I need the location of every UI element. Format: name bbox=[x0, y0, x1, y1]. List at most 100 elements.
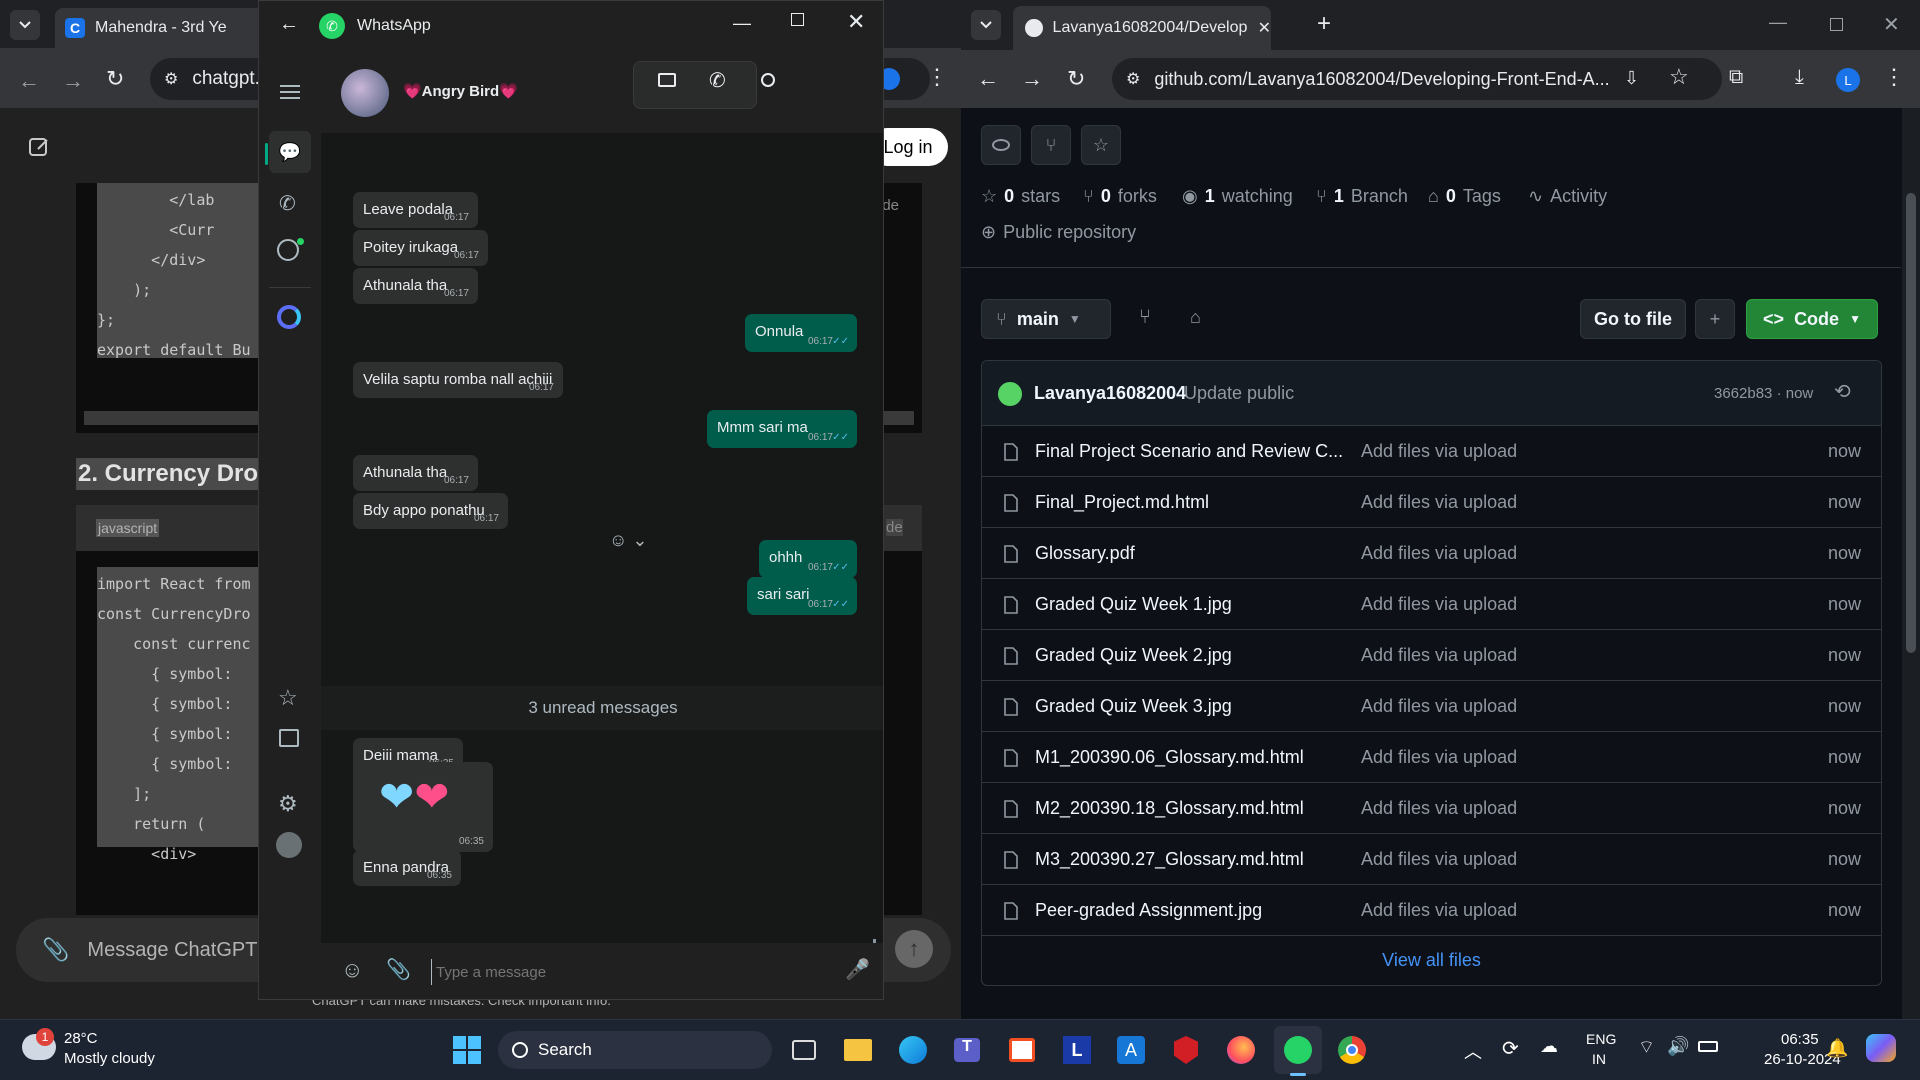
send-button[interactable]: ↑ bbox=[895, 930, 933, 968]
teams-icon[interactable]: T bbox=[947, 1030, 987, 1070]
forward-icon[interactable]: → bbox=[62, 68, 84, 94]
tray-overflow-icon[interactable]: ︿ bbox=[1464, 1038, 1482, 1064]
tags-icon[interactable]: ⌂ bbox=[1190, 307, 1201, 328]
file-commit-message[interactable]: Add files via upload bbox=[1361, 900, 1517, 921]
vpn-icon[interactable]: ☁ bbox=[1540, 1036, 1558, 1057]
calls-icon[interactable]: ✆ bbox=[279, 191, 296, 216]
file-commit-message[interactable]: Add files via upload bbox=[1361, 849, 1517, 870]
sync-icon[interactable]: ⟳ bbox=[1502, 1036, 1519, 1061]
incoming-message[interactable]: Leave podala 06:17 bbox=[353, 192, 478, 228]
tab-search-button[interactable] bbox=[10, 10, 40, 40]
settings-icon[interactable]: ⚙ bbox=[278, 791, 298, 817]
battery-icon[interactable] bbox=[1698, 1041, 1718, 1052]
file-commit-message[interactable]: Add files via upload bbox=[1361, 441, 1517, 462]
view-all-files-link[interactable]: View all files bbox=[1382, 950, 1481, 971]
search-icon[interactable] bbox=[761, 73, 775, 87]
file-commit-message[interactable]: Add files via upload bbox=[1361, 492, 1517, 513]
file-name-link[interactable]: M3_200390.27_Glossary.md.html bbox=[1035, 849, 1304, 870]
contact-avatar[interactable] bbox=[341, 69, 389, 117]
whatsapp-taskbar-icon[interactable] bbox=[1278, 1030, 1318, 1070]
file-commit-message[interactable]: Add files via upload bbox=[1361, 543, 1517, 564]
incoming-message[interactable]: Athunala tha 06:17 bbox=[353, 268, 478, 304]
file-commit-message[interactable]: Add files via upload bbox=[1361, 696, 1517, 717]
incoming-message[interactable]: Bdy appo ponathu 06:17 bbox=[353, 493, 508, 529]
watch-button[interactable] bbox=[981, 125, 1021, 165]
microphone-icon[interactable]: 🎤 bbox=[845, 957, 870, 982]
install-icon[interactable]: ⇩ bbox=[1624, 68, 1639, 89]
clock-time[interactable]: 06:35 bbox=[1781, 1031, 1819, 1048]
outgoing-message[interactable]: Onnula 06:17 ✓✓ bbox=[745, 314, 857, 352]
file-commit-message[interactable]: Add files via upload bbox=[1361, 747, 1517, 768]
emoji-icon[interactable]: ☺ bbox=[341, 957, 363, 983]
video-call-icon[interactable] bbox=[658, 73, 676, 87]
star-button[interactable]: ☆ bbox=[1081, 125, 1121, 165]
file-explorer-icon[interactable] bbox=[838, 1030, 878, 1070]
emoji-react-button[interactable]: ☺ ⌄ bbox=[609, 530, 649, 556]
file-name-link[interactable]: Graded Quiz Week 2.jpg bbox=[1035, 645, 1232, 666]
file-name-link[interactable]: Graded Quiz Week 3.jpg bbox=[1035, 696, 1232, 717]
reload-icon[interactable]: ↻ bbox=[106, 66, 124, 92]
file-name-link[interactable]: Graded Quiz Week 1.jpg bbox=[1035, 594, 1232, 615]
profile-avatar[interactable] bbox=[276, 832, 302, 858]
maximize-icon[interactable] bbox=[1830, 18, 1843, 31]
starred-icon[interactable]: ☆ bbox=[278, 685, 298, 711]
new-chat-icon[interactable] bbox=[28, 135, 52, 159]
copy-code-label[interactable]: de bbox=[886, 519, 903, 536]
file-name-link[interactable]: Final_Project.md.html bbox=[1035, 492, 1209, 513]
incoming-message[interactable]: Athunala tha 06:17 bbox=[353, 455, 478, 491]
file-name-link[interactable]: M2_200390.18_Glossary.md.html bbox=[1035, 798, 1304, 819]
wifi-icon[interactable]: ⌔ bbox=[1638, 1036, 1655, 1059]
watching-stat[interactable]: ◉ 1 watching bbox=[1182, 186, 1293, 207]
mcafee-icon[interactable] bbox=[1166, 1030, 1206, 1070]
attach-icon[interactable]: 📎 bbox=[42, 937, 69, 963]
contact-name[interactable]: 💗Angry Bird💗 bbox=[403, 82, 518, 100]
back-arrow-icon[interactable]: ← bbox=[279, 13, 299, 36]
history-icon[interactable]: ⟲ bbox=[1834, 379, 1851, 404]
right-active-tab[interactable]: Lavanya16082004/Developing-F ✕ bbox=[1013, 6, 1271, 50]
file-commit-message[interactable]: Add files via upload bbox=[1361, 798, 1517, 819]
branch-selector[interactable]: ⑂ main ▼ bbox=[981, 299, 1111, 339]
back-icon[interactable]: ← bbox=[18, 68, 40, 94]
menu-icon[interactable]: ⋮ bbox=[1883, 64, 1905, 90]
notification-bell-icon[interactable]: 🔔 bbox=[1826, 1038, 1848, 1059]
file-name-link[interactable]: M1_200390.06_Glossary.md.html bbox=[1035, 747, 1304, 768]
maximize-icon[interactable] bbox=[791, 13, 804, 26]
incoming-message[interactable]: Enna pandra 06:35 bbox=[353, 850, 461, 886]
incoming-message[interactable]: Velila saptu romba nall achiii 06:17 bbox=[353, 362, 563, 398]
task-view-icon[interactable] bbox=[784, 1030, 824, 1070]
activity-stat[interactable]: ∿ Activity bbox=[1528, 186, 1607, 207]
profile-avatar[interactable]: L bbox=[1836, 68, 1860, 92]
edge-icon[interactable] bbox=[893, 1030, 933, 1070]
language-bottom[interactable]: IN bbox=[1592, 1051, 1606, 1067]
site-info-icon[interactable]: ⚙ bbox=[164, 69, 178, 89]
outgoing-message[interactable]: ohhh 06:17 ✓✓ bbox=[759, 540, 857, 578]
downloads-icon[interactable]: ⤓ bbox=[1795, 66, 1804, 89]
lens-app-icon[interactable]: L bbox=[1057, 1030, 1097, 1070]
taskbar-search[interactable]: Search bbox=[498, 1031, 772, 1069]
tab-search-button[interactable] bbox=[971, 10, 1001, 40]
language-top[interactable]: ENG bbox=[1586, 1031, 1616, 1047]
archive-icon[interactable] bbox=[279, 729, 299, 747]
voice-call-icon[interactable]: ✆ bbox=[709, 68, 726, 93]
fork-button[interactable]: ⑂ bbox=[1031, 125, 1071, 165]
firefox-icon[interactable] bbox=[1221, 1030, 1261, 1070]
commit-hash[interactable]: 3662b83 · now bbox=[1714, 385, 1813, 402]
file-name-link[interactable]: Glossary.pdf bbox=[1035, 543, 1135, 564]
file-name-link[interactable]: Peer-graded Assignment.jpg bbox=[1035, 900, 1262, 921]
status-icon[interactable] bbox=[277, 239, 299, 261]
back-icon[interactable]: ← bbox=[977, 66, 999, 92]
extensions-icon[interactable]: ⧉ bbox=[1729, 66, 1743, 89]
left-active-tab[interactable]: C Mahendra - 3rd Ye bbox=[55, 8, 275, 48]
attach-icon[interactable]: 📎 bbox=[386, 957, 411, 982]
draw-app-icon[interactable]: A bbox=[1111, 1030, 1151, 1070]
volume-icon[interactable]: 🔊 bbox=[1667, 1036, 1689, 1057]
close-icon[interactable]: ✕ bbox=[847, 9, 865, 35]
close-icon[interactable]: ✕ bbox=[1883, 12, 1900, 37]
chrome-icon[interactable] bbox=[1332, 1030, 1372, 1070]
go-to-file-button[interactable]: Go to file bbox=[1580, 299, 1686, 339]
forward-icon[interactable]: → bbox=[1021, 66, 1043, 92]
reload-icon[interactable]: ↻ bbox=[1067, 66, 1085, 92]
copilot-icon[interactable] bbox=[1866, 1034, 1896, 1062]
meta-ai-icon[interactable] bbox=[277, 305, 301, 329]
add-file-button[interactable]: + bbox=[1695, 299, 1735, 339]
